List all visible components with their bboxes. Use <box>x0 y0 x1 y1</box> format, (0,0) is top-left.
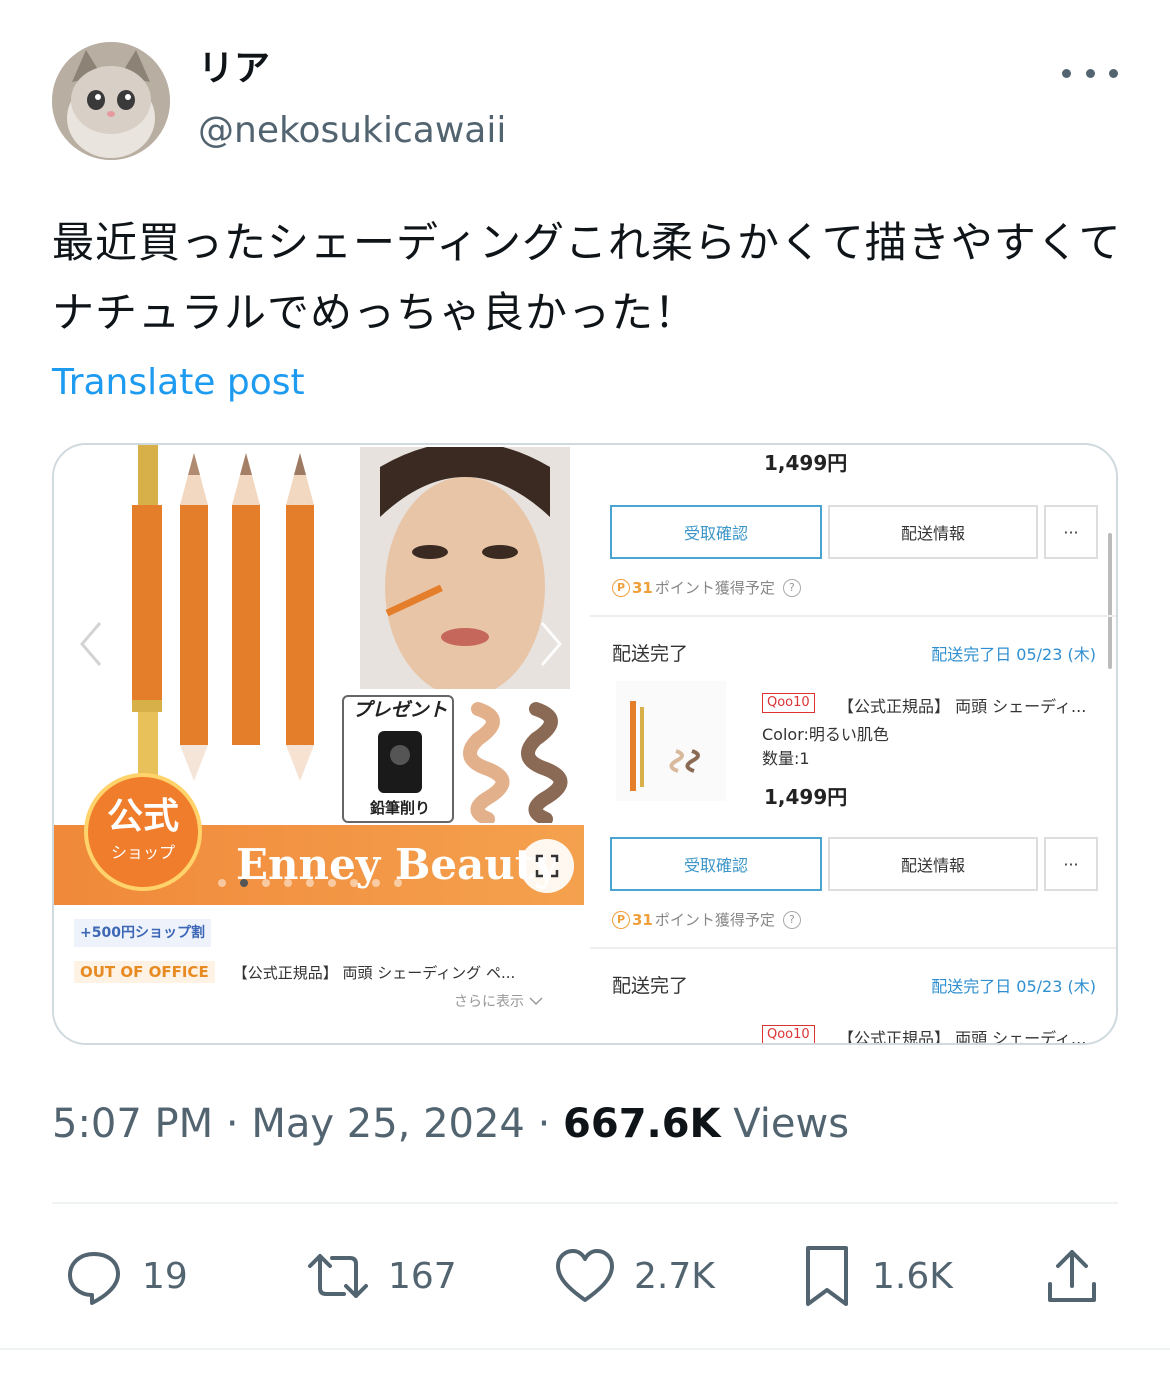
bookmark-button[interactable]: 1.6K <box>800 1246 953 1306</box>
reply-count: 19 <box>142 1255 188 1297</box>
order-more-button-2: ··· <box>1044 837 1098 891</box>
divider <box>0 1348 1170 1350</box>
order-item-quantity: 数量:1 <box>762 749 810 768</box>
order-item-price: 1,499円 <box>764 785 848 809</box>
present-sharpener-box: プレゼント 鉛筆削り <box>342 695 454 823</box>
carousel-next-icon[interactable] <box>536 619 566 673</box>
share-button[interactable] <box>1042 1246 1102 1306</box>
order-item-color: Color:明るい肌色 <box>762 725 889 744</box>
more-options-icon[interactable] <box>1062 62 1118 84</box>
heart-icon <box>556 1249 614 1302</box>
shop-product-row: OUT OF OFFICE 【公式正規品】 両頭 シェーディング ペ... <box>74 957 574 987</box>
shipping-info-button: 配送情報 <box>828 505 1038 559</box>
chevron-down-icon <box>529 997 543 1006</box>
order-item-title-2: 【公式正規品】 両頭 シェーディ... <box>838 1029 1087 1045</box>
sharpener-icon <box>378 731 422 793</box>
bookmark-count: 1.6K <box>872 1255 953 1297</box>
tweet-text: 最近買ったシェーディングこれ柔らかくて描きやすくてナチュラルでめっちゃ良かった！ <box>52 218 1122 337</box>
shop-product-title: 【公式正規品】 両頭 シェーディング ペ... <box>232 963 516 982</box>
divider <box>590 947 1116 949</box>
badge-sub-text: ショップ <box>110 843 175 862</box>
divider <box>52 1202 1118 1204</box>
views-count: 667.6K <box>563 1101 721 1147</box>
tweet-date[interactable]: May 25, 2024 <box>251 1101 525 1147</box>
color-swatches-image <box>463 702 568 823</box>
views-label: Views <box>733 1101 850 1147</box>
delivered-date: 配送完了日 05/23 (木) <box>931 645 1096 664</box>
user-handle[interactable]: @nekosukicawaii <box>198 106 506 156</box>
repost-button[interactable]: 167 <box>306 1246 457 1306</box>
translate-post-link[interactable]: Translate post <box>52 356 305 410</box>
reply-button[interactable]: 19 <box>64 1246 188 1306</box>
product-thumbnail <box>616 681 726 801</box>
badge-main-text: 公式 <box>106 796 179 837</box>
order-status: 配送完了 <box>612 643 689 665</box>
repost-count: 167 <box>388 1255 457 1297</box>
order-price-top: 1,499円 <box>764 451 848 475</box>
order-status-2: 配送完了 <box>612 975 689 997</box>
shop-brand-tag: OUT OF OFFICE <box>74 961 215 983</box>
avatar[interactable] <box>52 42 170 160</box>
shop-discount-tag: +500円ショップ割 <box>74 919 211 947</box>
reply-icon <box>68 1252 120 1305</box>
see-more-link: さらに表示 <box>454 991 544 1011</box>
like-button[interactable]: 2.7K <box>554 1246 715 1306</box>
share-icon <box>1048 1250 1096 1302</box>
bookmark-icon <box>806 1246 848 1306</box>
official-shop-badge: 公式 ショップ <box>84 773 202 891</box>
delivered-date-2: 配送完了日 05/23 (木) <box>931 977 1096 996</box>
tweet-meta: 5:07 PM · May 25, 2024 · 667.6K Views <box>52 1101 850 1147</box>
display-name[interactable]: リア <box>198 44 270 94</box>
tweet-media[interactable]: プレゼント 鉛筆削り Enney Beauty 公式 ショップ +500円ショッ… <box>52 443 1118 1045</box>
present-label: プレゼント <box>352 699 448 721</box>
points-info-2: P 31 ポイント獲得予定? <box>612 909 801 930</box>
expand-icon[interactable] <box>520 839 574 893</box>
order-more-button: ··· <box>1044 505 1098 559</box>
order-list-screenshot: 1,499円 受取確認 配送情報 ··· P 31 ポイント獲得予定? 配送完了 配… <box>590 445 1116 1045</box>
divider <box>590 615 1116 617</box>
repost-icon <box>308 1254 368 1298</box>
points-info: P 31 ポイント獲得予定? <box>612 577 801 598</box>
scrollbar <box>1108 533 1112 669</box>
order-item-title: 【公式正規品】 両頭 シェーディ... <box>838 697 1087 716</box>
cat-avatar-image <box>52 42 170 160</box>
receipt-confirm-button-2: 受取確認 <box>610 837 822 891</box>
tweet-time[interactable]: 5:07 PM <box>52 1101 213 1147</box>
product-screenshot: プレゼント 鉛筆削り Enney Beauty 公式 ショップ +500円ショッ… <box>54 445 590 1043</box>
qoo10-tag: Qoo10 <box>762 693 815 713</box>
sharpener-label: 鉛筆削り <box>369 799 430 817</box>
carousel-dots <box>218 879 402 887</box>
shipping-info-button-2: 配送情報 <box>828 837 1038 891</box>
carousel-prev-icon[interactable] <box>76 619 106 673</box>
qoo10-tag-2: Qoo10 <box>762 1025 815 1043</box>
receipt-confirm-button: 受取確認 <box>610 505 822 559</box>
like-count: 2.7K <box>634 1255 715 1297</box>
